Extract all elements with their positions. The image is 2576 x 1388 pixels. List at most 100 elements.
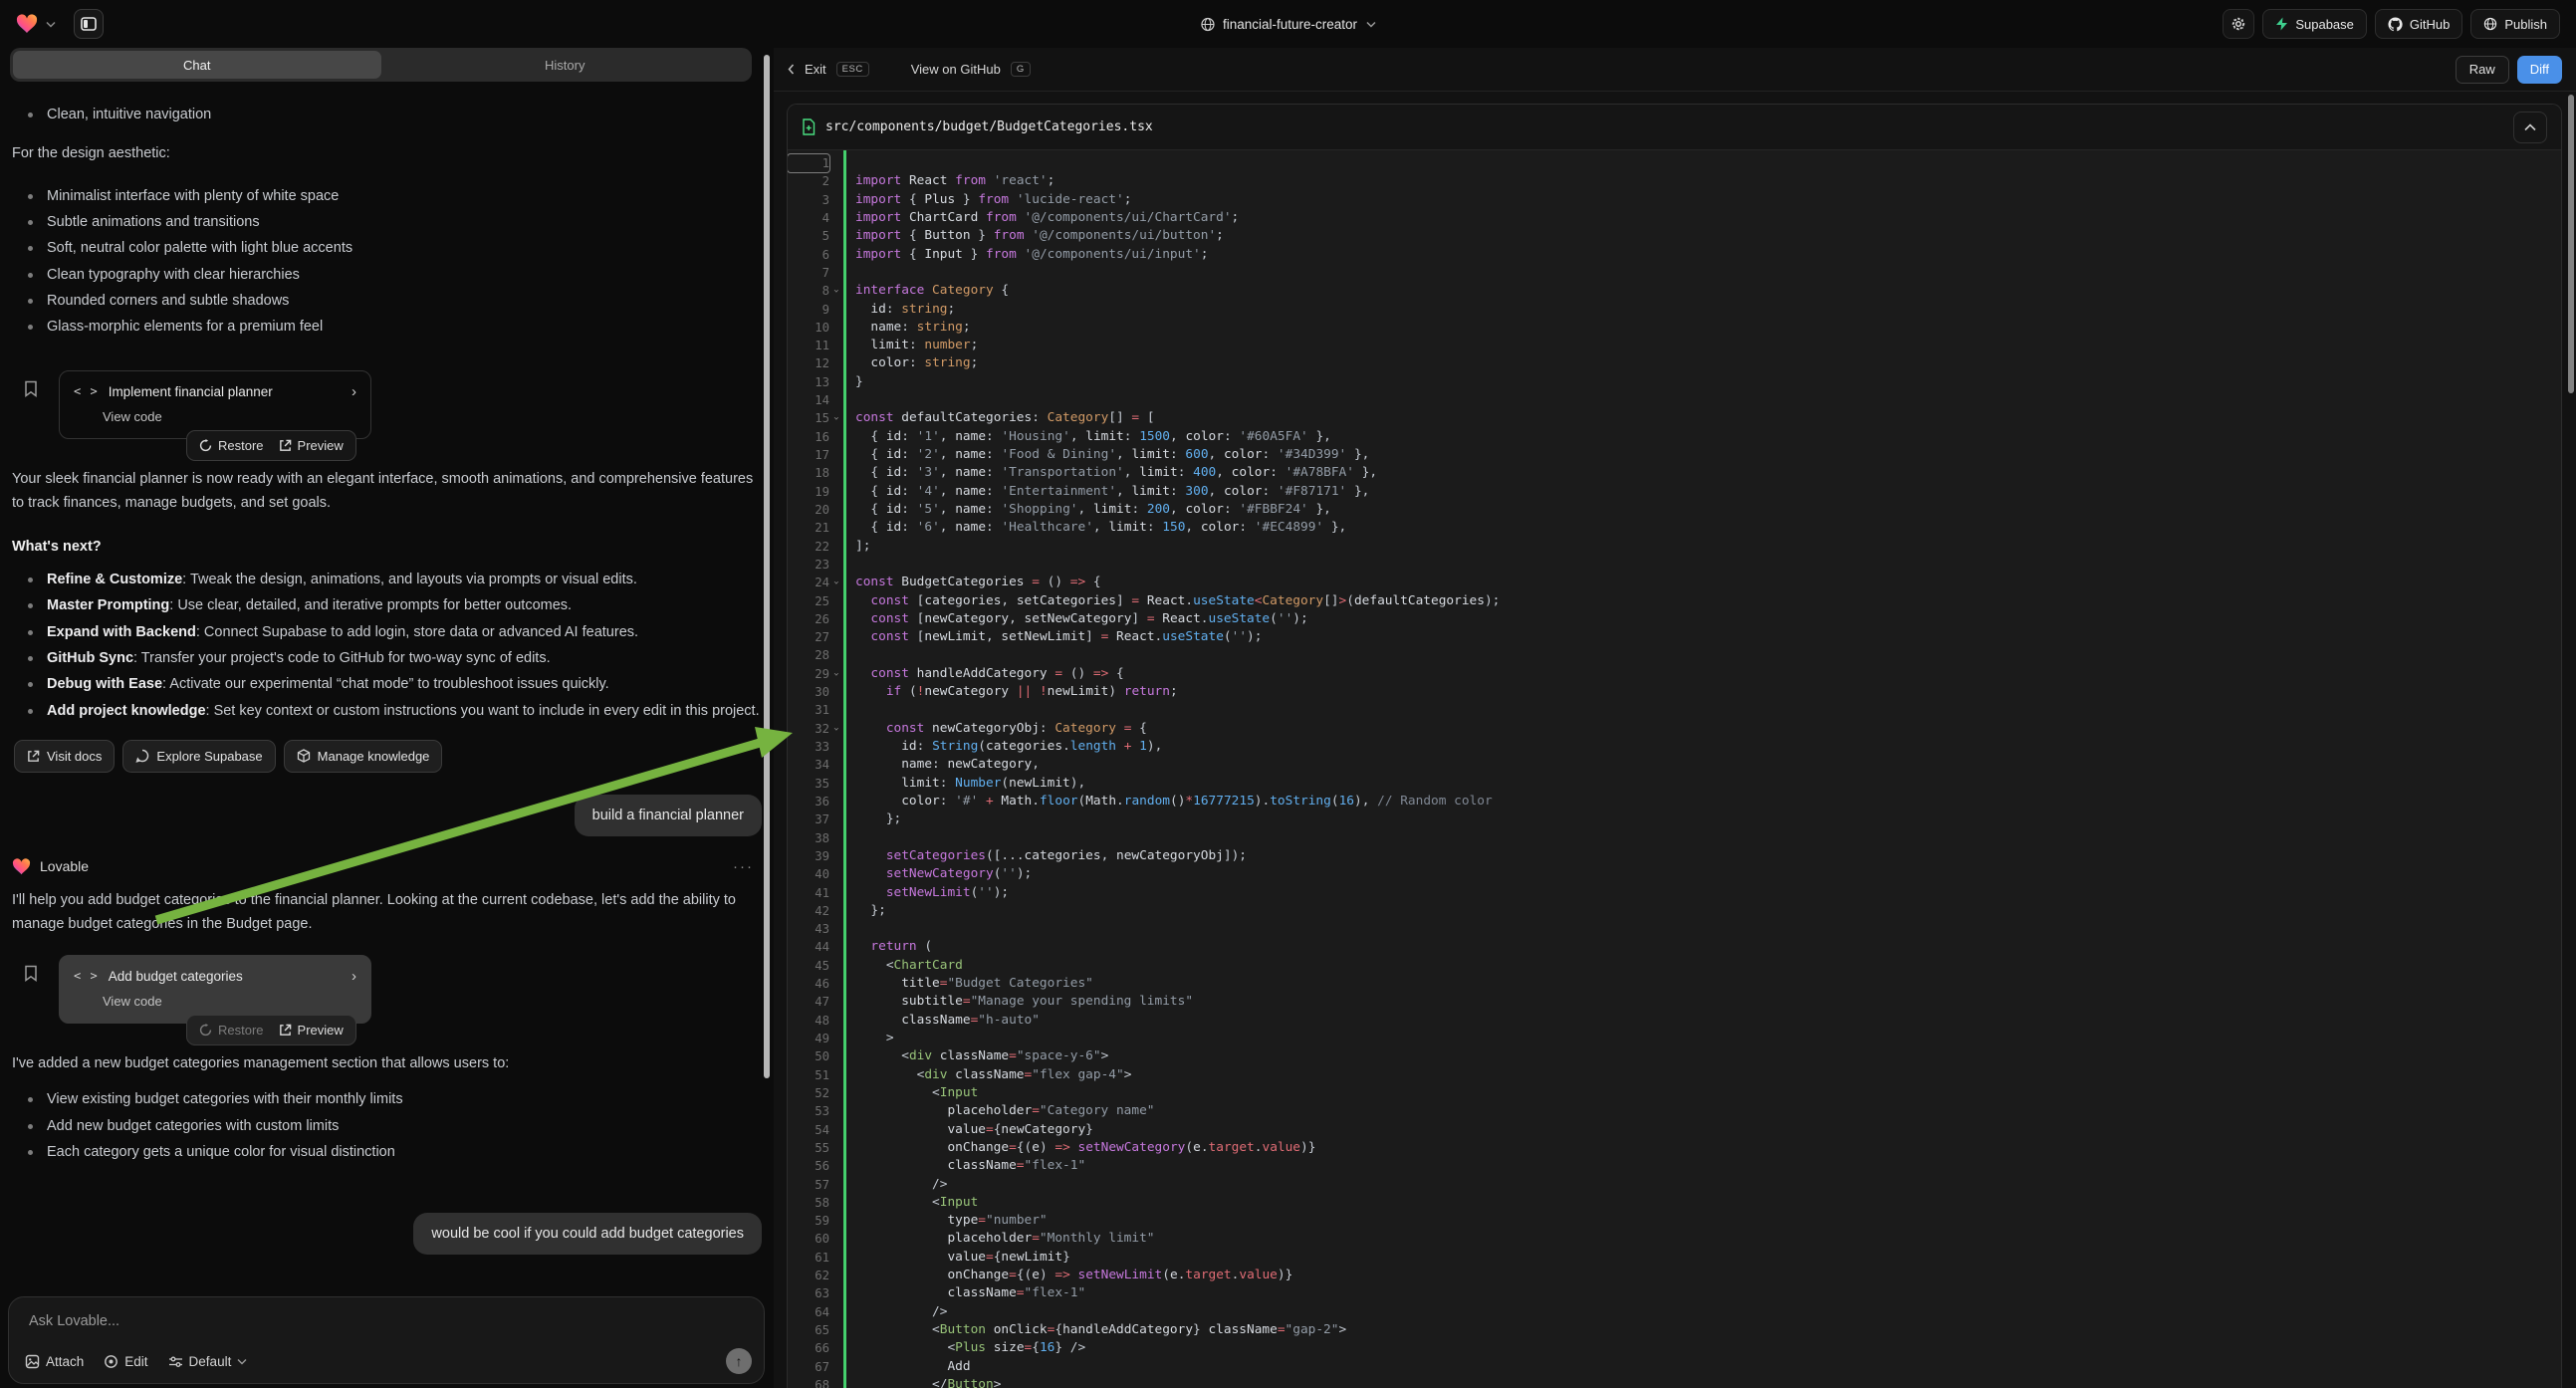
code-line[interactable]: 22]; — [788, 538, 2561, 556]
code-line[interactable]: 40 setNewCategory(''); — [788, 865, 2561, 883]
tab-chat[interactable]: Chat — [13, 51, 381, 79]
code-line[interactable]: 18 { id: '3', name: 'Transportation', li… — [788, 464, 2561, 482]
code-line[interactable]: 17 { id: '2', name: 'Food & Dining', lim… — [788, 446, 2561, 464]
github-button[interactable]: GitHub — [2375, 9, 2462, 39]
fold-chevron-icon[interactable]: › — [826, 671, 844, 677]
code-line[interactable]: 25 const [categories, setCategories] = R… — [788, 592, 2561, 610]
bookmark-icon[interactable] — [24, 965, 38, 982]
code-line[interactable]: 37 }; — [788, 810, 2561, 828]
code-line[interactable]: 62 onChange={(e) => setNewLimit(e.target… — [788, 1267, 2561, 1284]
code-line[interactable]: 28 — [788, 646, 2561, 664]
code-line[interactable]: 27 const [newLimit, setNewLimit] = React… — [788, 628, 2561, 646]
code-line[interactable]: 9 id: string; — [788, 301, 2561, 319]
lovable-logo-icon[interactable] — [16, 14, 38, 34]
code-line[interactable]: 12 color: string; — [788, 354, 2561, 372]
view-on-github-link[interactable]: View on GitHub — [911, 62, 1001, 77]
code-line[interactable]: 44 return ( — [788, 938, 2561, 956]
code-line[interactable]: 32› const newCategoryObj: Category = { — [788, 720, 2561, 738]
code-line[interactable]: 8›interface Category { — [788, 282, 2561, 300]
restore-button[interactable]: Restore — [199, 438, 264, 453]
code-line[interactable]: 42 }; — [788, 902, 2561, 920]
code-line[interactable]: 13} — [788, 373, 2561, 391]
code-line[interactable]: 14 — [788, 391, 2561, 409]
code-line[interactable]: 6import { Input } from '@/components/ui/… — [788, 246, 2561, 264]
fold-chevron-icon[interactable]: › — [826, 579, 844, 585]
code-line[interactable]: 46 title="Budget Categories" — [788, 975, 2561, 993]
version-card-implement-financial-planner[interactable]: < > Implement financial planner › View c… — [59, 370, 371, 439]
code-line[interactable]: 36 color: '#' + Math.floor(Math.random()… — [788, 793, 2561, 810]
view-code-link[interactable]: View code — [103, 994, 356, 1009]
diff-toggle-button[interactable]: Diff — [2517, 56, 2562, 84]
code-line[interactable]: 53 placeholder="Category name" — [788, 1102, 2561, 1120]
visit-docs-button[interactable]: Visit docs — [14, 740, 115, 773]
preview-button[interactable]: Preview — [279, 438, 344, 453]
publish-button[interactable]: Publish — [2470, 9, 2560, 39]
view-code-link[interactable]: View code — [103, 409, 356, 424]
code-line[interactable]: 38 — [788, 829, 2561, 847]
edit-button[interactable]: Edit — [104, 1354, 147, 1369]
mode-select[interactable]: Default — [168, 1354, 248, 1369]
code-line[interactable]: 23 — [788, 556, 2561, 574]
code-line[interactable]: 21 { id: '6', name: 'Healthcare', limit:… — [788, 519, 2561, 537]
code-line[interactable]: 43 — [788, 920, 2561, 938]
code-line[interactable]: 31 — [788, 701, 2561, 719]
code-line[interactable]: 57 /> — [788, 1176, 2561, 1194]
restore-button-disabled[interactable]: Restore — [199, 1023, 264, 1038]
code-line[interactable]: 11 limit: number; — [788, 337, 2561, 354]
code-line[interactable]: 48 className="h-auto" — [788, 1012, 2561, 1030]
collapse-file-button[interactable] — [2513, 112, 2547, 143]
code-line[interactable]: 20 { id: '5', name: 'Shopping', limit: 2… — [788, 501, 2561, 519]
code-editor[interactable]: 12import React from 'react';3import { Pl… — [788, 150, 2561, 1388]
sidebar-toggle-button[interactable] — [74, 9, 104, 39]
exit-button[interactable]: Exit — [805, 62, 826, 77]
code-line[interactable]: 50 <div className="space-y-6"> — [788, 1047, 2561, 1065]
code-line[interactable]: 47 subtitle="Manage your spending limits… — [788, 993, 2561, 1011]
code-line[interactable]: 59 type="number" — [788, 1212, 2561, 1230]
code-line[interactable]: 2import React from 'react'; — [788, 172, 2561, 190]
settings-button[interactable] — [2223, 9, 2254, 39]
logo-menu-chevron-icon[interactable] — [46, 21, 56, 28]
code-line[interactable]: 3import { Plus } from 'lucide-react'; — [788, 191, 2561, 209]
code-line[interactable]: 30 if (!newCategory || !newLimit) return… — [788, 683, 2561, 701]
preview-button[interactable]: Preview — [279, 1023, 344, 1038]
code-line[interactable]: 49 > — [788, 1030, 2561, 1047]
code-line[interactable]: 33 id: String(categories.length + 1), — [788, 738, 2561, 756]
attach-button[interactable]: Attach — [25, 1354, 84, 1369]
code-line[interactable]: 63 className="flex-1" — [788, 1284, 2561, 1302]
code-line[interactable]: 58 <Input — [788, 1194, 2561, 1212]
version-card-add-budget-categories[interactable]: < > Add budget categories › View code — [59, 955, 371, 1024]
code-line[interactable]: 51 <div className="flex gap-4"> — [788, 1066, 2561, 1084]
supabase-button[interactable]: Supabase — [2262, 9, 2367, 39]
code-line[interactable]: 10 name: string; — [788, 319, 2561, 337]
code-line[interactable]: 45 <ChartCard — [788, 957, 2561, 975]
explore-supabase-button[interactable]: Explore Supabase — [122, 740, 275, 773]
code-line[interactable]: 16 { id: '1', name: 'Housing', limit: 15… — [788, 428, 2561, 446]
code-line[interactable]: 4import ChartCard from '@/components/ui/… — [788, 209, 2561, 227]
code-line[interactable]: 65 <Button onClick={handleAddCategory} c… — [788, 1321, 2561, 1339]
chat-scrollbar-thumb[interactable] — [764, 55, 770, 1078]
raw-toggle-button[interactable]: Raw — [2456, 56, 2509, 84]
code-line[interactable]: 60 placeholder="Monthly limit" — [788, 1230, 2561, 1248]
code-line[interactable]: 55 onChange={(e) => setNewCategory(e.tar… — [788, 1139, 2561, 1157]
code-line[interactable]: 26 const [newCategory, setNewCategory] =… — [788, 610, 2561, 628]
code-line[interactable]: 1 — [788, 154, 2561, 172]
code-line[interactable]: 67 Add — [788, 1358, 2561, 1376]
code-line[interactable]: 54 value={newCategory} — [788, 1121, 2561, 1139]
code-line[interactable]: 39 setCategories([...categories, newCate… — [788, 847, 2561, 865]
code-line[interactable]: 15›const defaultCategories: Category[] =… — [788, 409, 2561, 427]
fold-chevron-icon[interactable]: › — [826, 416, 844, 422]
send-button[interactable]: ↑ — [726, 1348, 752, 1374]
code-line[interactable]: 5import { Button } from '@/components/ui… — [788, 227, 2561, 245]
code-line[interactable]: 56 className="flex-1" — [788, 1157, 2561, 1175]
chat-scroll-area[interactable]: Clean, intuitive navigation For the desi… — [0, 92, 774, 1296]
code-line[interactable]: 24›const BudgetCategories = () => { — [788, 574, 2561, 591]
code-line[interactable]: 7 — [788, 264, 2561, 282]
bookmark-icon[interactable] — [24, 380, 38, 397]
fold-chevron-icon[interactable]: › — [826, 288, 844, 294]
tab-history[interactable]: History — [381, 51, 750, 79]
chat-input[interactable]: Ask Lovable... — [9, 1297, 764, 1329]
file-header[interactable]: src/components/budget/BudgetCategories.t… — [788, 105, 2561, 150]
code-line[interactable]: 61 value={newLimit} — [788, 1249, 2561, 1267]
composer[interactable]: Ask Lovable... Attach Edit — [8, 1296, 765, 1384]
code-line[interactable]: 41 setNewLimit(''); — [788, 884, 2561, 902]
